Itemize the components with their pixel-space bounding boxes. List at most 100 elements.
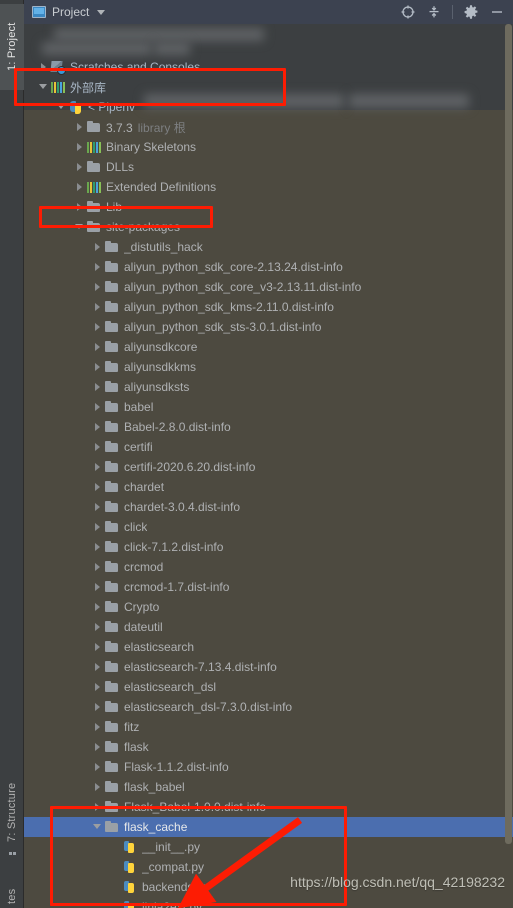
chevron-right-icon[interactable] [92,257,104,277]
tree-row[interactable]: chardet [24,477,513,497]
tree-row[interactable]: jinja2ext.py [24,897,513,908]
chevron-right-icon[interactable] [92,497,104,517]
chevron-right-icon[interactable] [38,57,50,77]
tree-row[interactable]: aliyunsdkkms [24,357,513,377]
tree-row[interactable]: click [24,517,513,537]
tree-row[interactable]: aliyun_python_sdk_sts-3.0.1.dist-info [24,317,513,337]
tree-row[interactable]: Binary Skeletons [24,137,513,157]
chevron-right-icon[interactable] [74,177,86,197]
chevron-down-icon[interactable] [56,97,68,117]
chevron-right-icon[interactable] [74,117,86,137]
vertical-scrollbar[interactable] [504,24,513,908]
chevron-down-icon[interactable] [74,217,86,237]
chevron-right-icon[interactable] [74,137,86,157]
tree-row-hint: library 根 [137,120,186,135]
sidebar-item-project[interactable]: 1: Project [0,4,24,90]
toolwindow-title-group[interactable]: Project [24,5,106,19]
chevron-right-icon[interactable] [92,317,104,337]
tree-row[interactable]: elasticsearch [24,637,513,657]
tree-row[interactable]: site-packages [24,217,513,237]
tree-row[interactable]: chardet-3.0.4.dist-info [24,497,513,517]
tree-row[interactable]: < Pipenv [24,97,513,117]
chevron-right-icon[interactable] [92,637,104,657]
settings-gear-icon[interactable] [463,4,479,20]
tree-row[interactable]: aliyunsdksts [24,377,513,397]
tree-row[interactable]: 3.7.3 library 根 [24,117,513,137]
tree-row[interactable]: aliyun_python_sdk_core_v3-2.13.11.dist-i… [24,277,513,297]
tree-row[interactable]: flask_babel [24,777,513,797]
chevron-right-icon[interactable] [92,617,104,637]
tree-row[interactable]: aliyunsdkcore [24,337,513,357]
tree-row[interactable]: certifi [24,437,513,457]
tree-row-label: 外部库 [70,80,107,95]
tree-row[interactable]: certifi-2020.6.20.dist-info [24,457,513,477]
sidebar-item-structure[interactable]: 7: Structure [0,780,24,864]
folder-icon [86,157,102,177]
tree-row[interactable]: DLLs [24,157,513,177]
tree-row[interactable]: aliyun_python_sdk_core-2.13.24.dist-info [24,257,513,277]
tree-row[interactable]: elasticsearch-7.13.4.dist-info [24,657,513,677]
chevron-right-icon[interactable] [92,357,104,377]
chevron-right-icon[interactable] [92,517,104,537]
folder-icon [104,537,120,557]
scroll-from-source-icon[interactable] [400,4,416,20]
tree-row[interactable]: __init__.py [24,837,513,857]
collapse-all-icon[interactable] [426,4,442,20]
tree-row[interactable]: elasticsearch_dsl [24,677,513,697]
chevron-right-icon[interactable] [92,537,104,557]
chevron-right-icon[interactable] [92,597,104,617]
chevron-right-icon[interactable] [92,377,104,397]
chevron-down-icon[interactable] [92,817,104,837]
chevron-right-icon[interactable] [92,757,104,777]
tree-row-label: _distutils_hack [124,240,203,254]
chevron-down-icon[interactable] [38,77,50,97]
tree-row[interactable]: Scratches and Consoles [24,57,513,77]
chevron-right-icon[interactable] [92,777,104,797]
structure-icon [8,846,16,858]
tree-row[interactable]: Lib [24,197,513,217]
chevron-right-icon[interactable] [92,677,104,697]
chevron-right-icon[interactable] [92,697,104,717]
hide-minimize-icon[interactable] [489,4,505,20]
chevron-right-icon[interactable] [92,557,104,577]
tree-row[interactable]: Flask_Babel-1.0.0.dist-info [24,797,513,817]
tree-row[interactable]: flask_cache [24,817,513,837]
sidebar-item-favorites[interactable]: tes [0,872,24,908]
tree-row[interactable]: Crypto [24,597,513,617]
chevron-right-icon[interactable] [92,717,104,737]
chevron-right-icon[interactable] [92,797,104,817]
tree-row[interactable]: flask [24,737,513,757]
chevron-right-icon[interactable] [92,477,104,497]
folder-icon [104,257,120,277]
chevron-right-icon[interactable] [92,457,104,477]
tree-row[interactable]: Flask-1.1.2.dist-info [24,757,513,777]
chevron-right-icon[interactable] [92,437,104,457]
chevron-down-icon[interactable] [97,9,106,15]
tree-row[interactable]: elasticsearch_dsl-7.3.0.dist-info [24,697,513,717]
tree-row[interactable]: Extended Definitions [24,177,513,197]
tree-row[interactable]: crcmod [24,557,513,577]
chevron-right-icon[interactable] [74,157,86,177]
tree-row[interactable]: crcmod-1.7.dist-info [24,577,513,597]
chevron-right-icon[interactable] [92,657,104,677]
chevron-right-icon[interactable] [92,737,104,757]
tree-row[interactable]: aliyun_python_sdk_kms-2.11.0.dist-info [24,297,513,317]
tree-row[interactable]: _distutils_hack [24,237,513,257]
tree-row[interactable]: 外部库 [24,77,513,97]
scrollbar-thumb[interactable] [505,24,512,844]
chevron-right-icon[interactable] [92,237,104,257]
chevron-right-icon[interactable] [92,397,104,417]
tree-row[interactable]: Babel-2.8.0.dist-info [24,417,513,437]
chevron-right-icon[interactable] [92,277,104,297]
folder-icon [104,557,120,577]
chevron-right-icon[interactable] [92,577,104,597]
chevron-right-icon[interactable] [92,297,104,317]
chevron-right-icon[interactable] [92,337,104,357]
chevron-right-icon[interactable] [74,197,86,217]
tree-row[interactable]: dateutil [24,617,513,637]
chevron-right-icon[interactable] [92,417,104,437]
tree-row[interactable]: babel [24,397,513,417]
tree-row[interactable]: fitz [24,717,513,737]
project-tree[interactable]: Scratches and Consoles 外部库 < Pipenv 3.7.3 li… [24,24,513,908]
tree-row[interactable]: click-7.1.2.dist-info [24,537,513,557]
